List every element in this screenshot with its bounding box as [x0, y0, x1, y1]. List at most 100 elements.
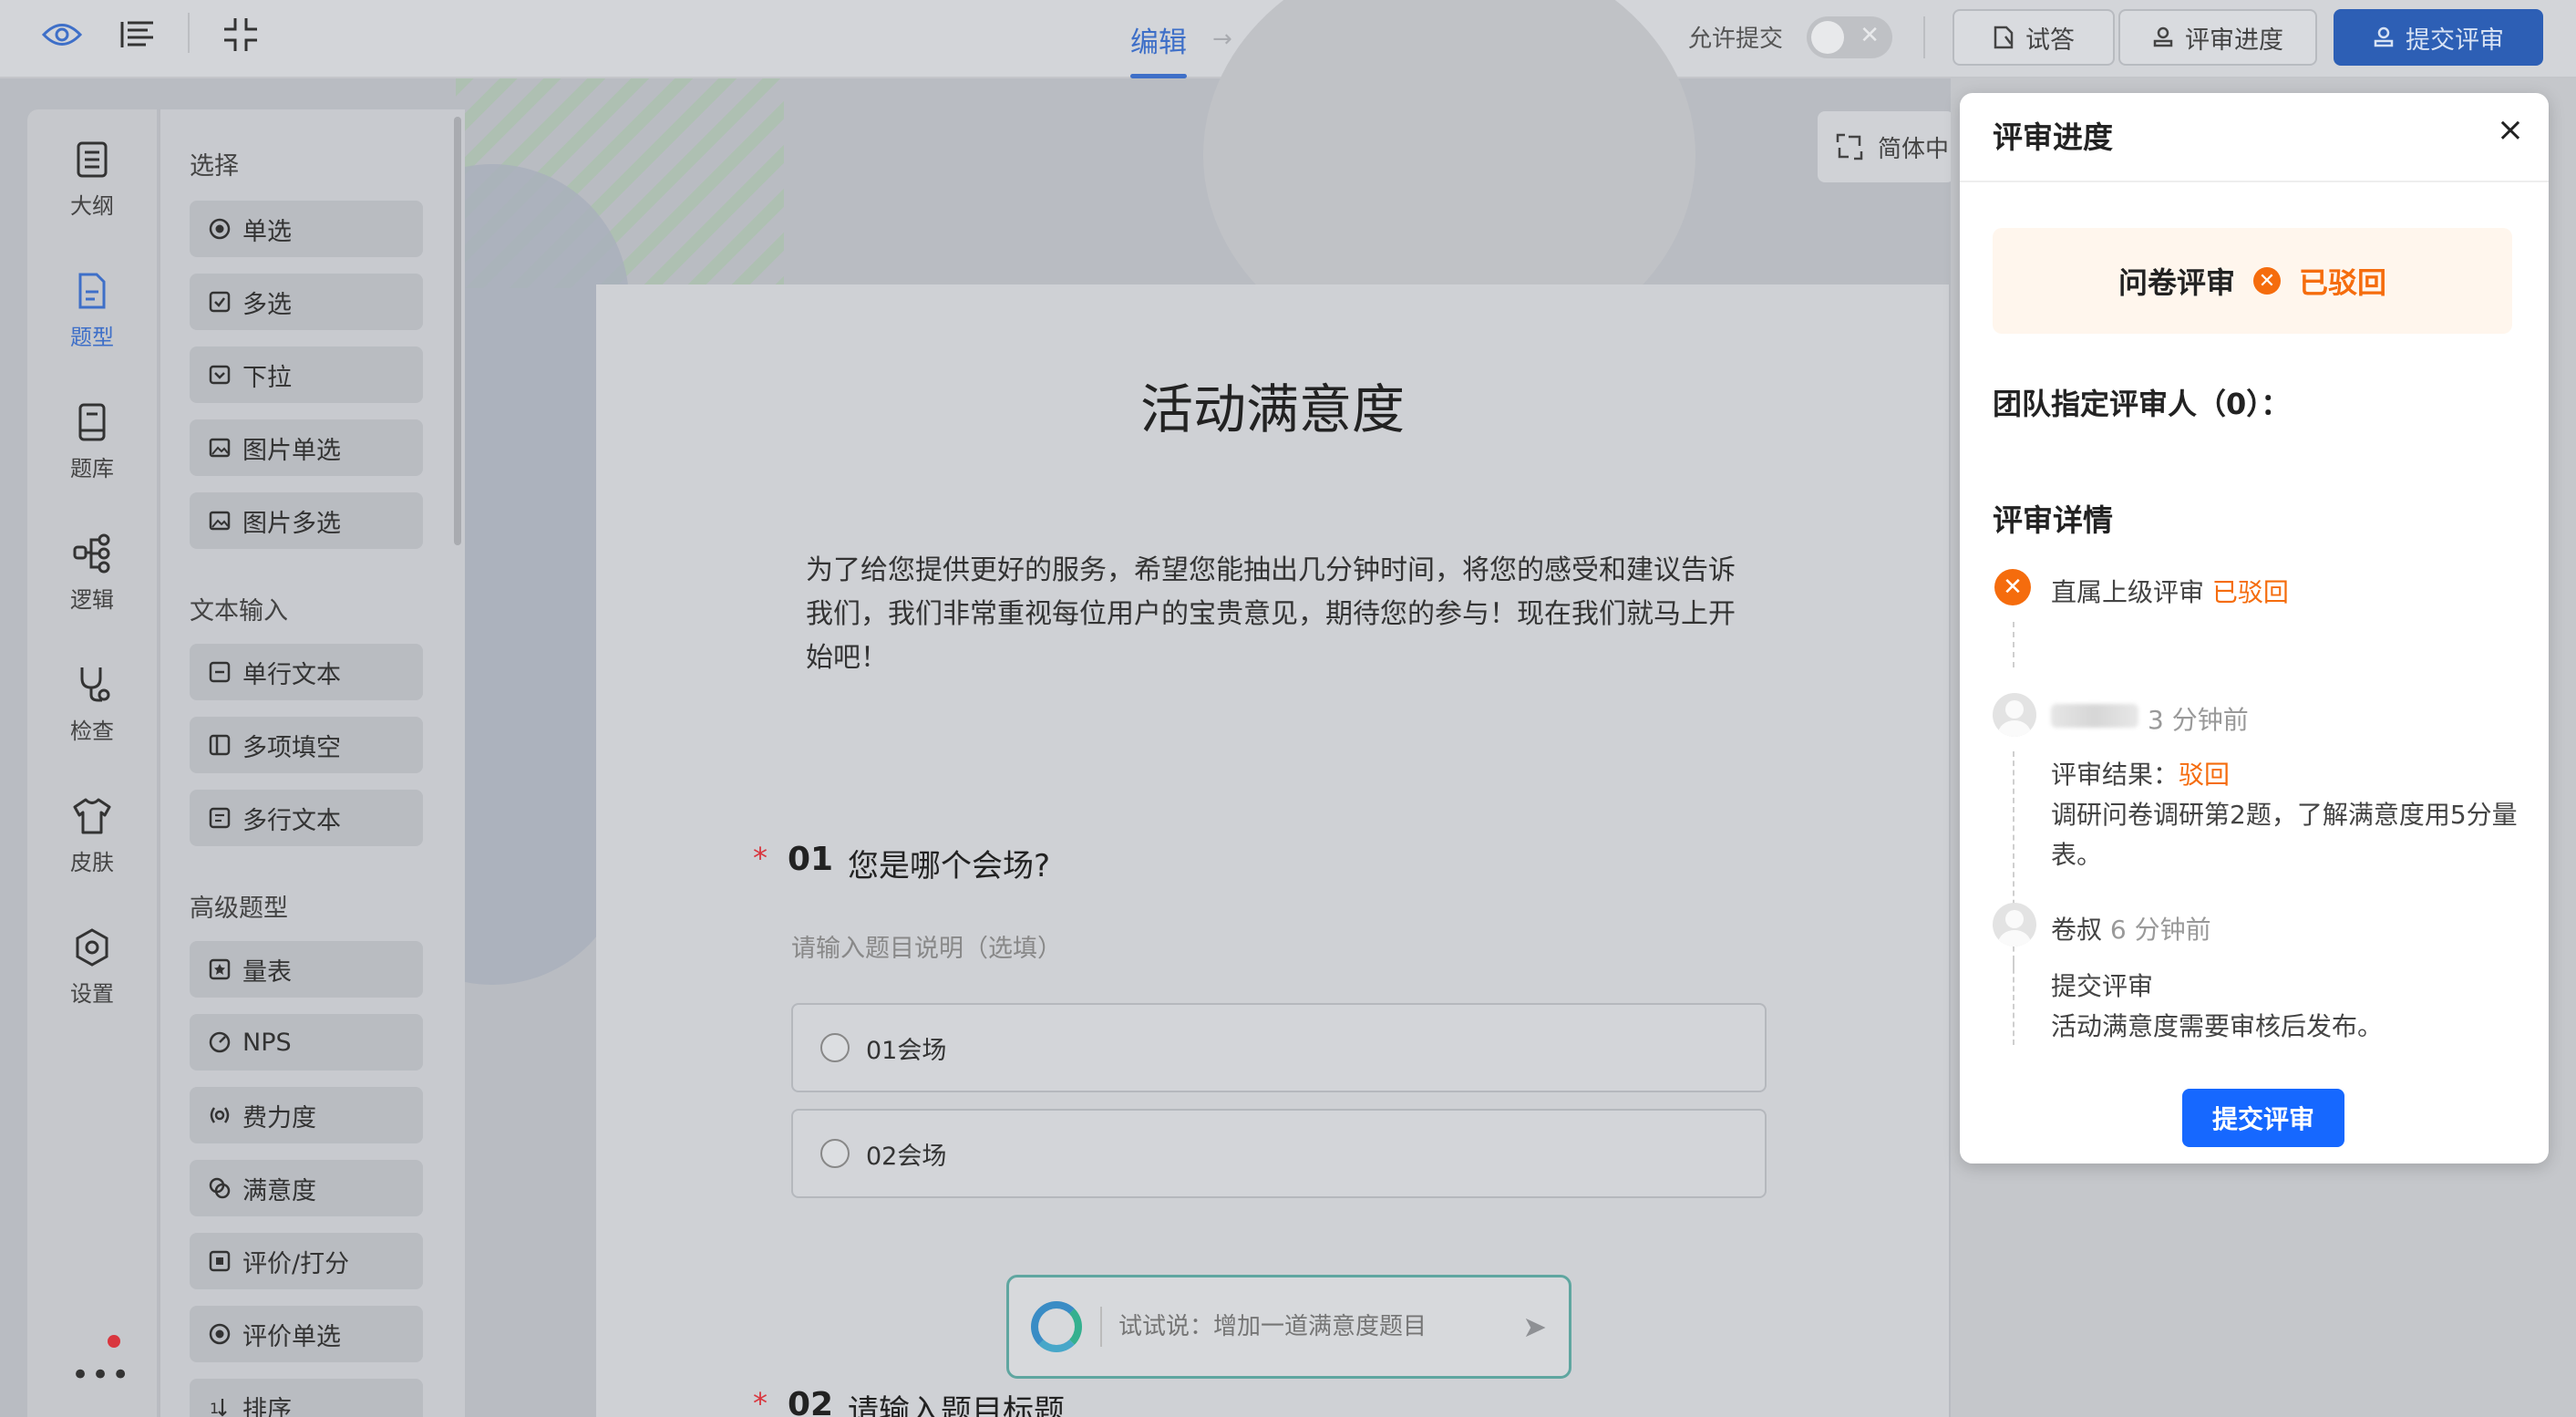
rail-item-settings[interactable]: 设置 — [27, 926, 157, 1008]
palette-item-label: 单选 — [242, 217, 292, 246]
review-comment: 调研问卷调研第2题，了解满意度用5分量表。 — [2051, 800, 2518, 870]
text-line-icon — [208, 660, 232, 684]
supervisor-status: 已驳回 — [2211, 577, 2289, 607]
svg-text:1: 1 — [210, 1400, 219, 1417]
collapse-icon[interactable] — [219, 13, 263, 57]
question-type-icon — [78, 273, 106, 309]
notification-dot — [108, 1335, 120, 1348]
palette-item-scale[interactable]: 量表 — [190, 941, 423, 998]
question-number: 02 — [788, 1386, 834, 1417]
survey-description[interactable]: 为了给您提供更好的服务，希望您能抽出几分钟时间，将您的感受和建议告诉我们，我们非… — [806, 549, 1745, 680]
send-icon[interactable]: ➤ — [1522, 1309, 1547, 1344]
timeline-connector — [2013, 622, 2014, 667]
palette-item-label: 量表 — [242, 957, 292, 987]
radio-button[interactable] — [820, 1033, 850, 1062]
question-title[interactable]: 您是哪个会场? — [848, 841, 1050, 885]
translate-icon — [1836, 133, 1863, 160]
option-label: 02会场 — [866, 1142, 947, 1171]
palette-item-rating[interactable]: 评价/打分 — [190, 1233, 423, 1289]
palette-item-multi-choice[interactable]: 多选 — [190, 274, 423, 330]
multi-blank-icon — [208, 733, 232, 757]
palette-item-label: 费力度 — [242, 1103, 316, 1133]
palette-item-ranking[interactable]: 1 排序 — [190, 1379, 423, 1417]
rating-icon — [208, 1249, 232, 1273]
question-bank-icon — [78, 403, 106, 441]
survey-title[interactable]: 活动满意度 — [596, 367, 1949, 443]
rail-item-outline[interactable]: 大纲 — [27, 139, 157, 220]
option-row[interactable]: 02会场 — [791, 1109, 1767, 1198]
outline-icon — [77, 141, 108, 178]
question-title[interactable]: 请输入题目标题 — [848, 1386, 1065, 1417]
palette-item-label: 图片多选 — [242, 509, 341, 538]
palette-item-single-line[interactable]: 单行文本 — [190, 644, 423, 700]
ai-prompt-input[interactable] — [1118, 1313, 1523, 1340]
palette-item-image-multi[interactable]: 图片多选 — [190, 492, 423, 549]
language-switch[interactable]: 简体中 — [1818, 111, 1954, 182]
review-progress-panel: 评审进度 × 问卷评审 ✕ 已驳回 团队指定评审人（0）： 评审详情 ✕ 直属上… — [1960, 93, 2549, 1164]
submitter-name: 卷叔 — [2051, 915, 2103, 945]
palette-item-label: 多项填空 — [242, 733, 341, 762]
scale-icon — [208, 957, 232, 981]
review-progress-button[interactable]: 评审进度 — [2118, 9, 2317, 66]
satisfaction-icon — [208, 1176, 232, 1200]
palette-item-nps[interactable]: NPS — [190, 1014, 423, 1071]
rail-item-label: 题型 — [70, 325, 114, 350]
palette-item-dropdown[interactable]: 下拉 — [190, 346, 423, 403]
palette-item-multi-line[interactable]: 多行文本 — [190, 790, 423, 846]
submit-comment: 活动满意度需要审核后发布。 — [2051, 1011, 2384, 1041]
rail-item-skin[interactable]: 皮肤 — [27, 795, 157, 876]
blurred-reviewer-name — [2051, 704, 2138, 728]
palette-item-label: 单行文本 — [242, 660, 341, 689]
review-progress-label: 评审进度 — [2185, 26, 2283, 54]
question-hint[interactable]: 请输入题目说明（选填） — [791, 928, 1062, 964]
rail-item-check[interactable]: 检查 — [27, 664, 157, 745]
palette-section-title: 文本输入 — [190, 597, 288, 626]
check-icon — [80, 667, 110, 702]
option-row[interactable]: 01会场 — [791, 1003, 1767, 1092]
supervisor-label: 直属上级评审 — [2051, 577, 2205, 607]
more-options-icon[interactable]: ••• — [71, 1357, 131, 1393]
ai-assistant-bar: ➤ — [1006, 1275, 1571, 1379]
rail-item-label: 检查 — [70, 719, 114, 744]
checkbox-icon — [208, 290, 232, 314]
palette-item-label: NPS — [242, 1028, 292, 1057]
palette-scrollbar[interactable] — [454, 117, 461, 545]
palette-item-effort[interactable]: 费力度 — [190, 1087, 423, 1143]
document-icon — [1994, 26, 2014, 49]
timeline-time: 3 分钟前 — [2148, 705, 2249, 735]
rail-item-label: 大纲 — [70, 193, 114, 219]
palette-item-rating-single[interactable]: 评价单选 — [190, 1306, 423, 1362]
palette-section-title: 选择 — [190, 152, 239, 181]
option-label: 01会场 — [866, 1036, 947, 1065]
image-icon — [208, 509, 232, 533]
submit-review-button[interactable]: 提交评审 — [2334, 9, 2543, 66]
toggle-knob — [1811, 21, 1844, 54]
palette-item-multi-blank[interactable]: 多项填空 — [190, 717, 423, 773]
palette-item-satisfaction[interactable]: 满意度 — [190, 1160, 423, 1216]
rail-item-logic[interactable]: 逻辑 — [27, 533, 157, 614]
palette-item-label: 多选 — [242, 290, 292, 319]
effort-icon — [208, 1103, 232, 1127]
outline-list-icon[interactable] — [115, 13, 159, 57]
review-detail-title: 评审详情 — [1993, 502, 2113, 538]
language-label: 简体中 — [1878, 135, 1950, 163]
rail-item-question-type[interactable]: 题型 — [27, 270, 157, 351]
close-icon[interactable]: × — [2490, 109, 2530, 150]
radio-icon — [208, 1322, 232, 1346]
team-reviewers-label: 团队指定评审人（0）： — [1993, 387, 2291, 421]
palette-item-single-choice[interactable]: 单选 — [190, 201, 423, 257]
radio-button[interactable] — [820, 1139, 850, 1168]
ai-divider — [1100, 1307, 1102, 1347]
palette-item-label: 下拉 — [242, 363, 292, 392]
step-edit[interactable]: 编辑 — [1130, 0, 1187, 78]
rail-item-question-bank[interactable]: 题库 — [27, 401, 157, 482]
palette-item-image-single[interactable]: 图片单选 — [190, 419, 423, 476]
reviewer-icon — [2153, 26, 2173, 47]
allow-submit-toggle[interactable]: ✕ — [1807, 16, 1892, 58]
submit-review-label: 提交评审 — [2406, 26, 2504, 54]
panel-submit-review-button[interactable]: 提交评审 — [2182, 1089, 2344, 1147]
preview-eye-icon[interactable] — [40, 13, 84, 57]
palette-item-label: 排序 — [242, 1395, 292, 1417]
try-answer-button[interactable]: 试答 — [1953, 9, 2115, 66]
timeline-connector — [2013, 959, 2014, 1045]
